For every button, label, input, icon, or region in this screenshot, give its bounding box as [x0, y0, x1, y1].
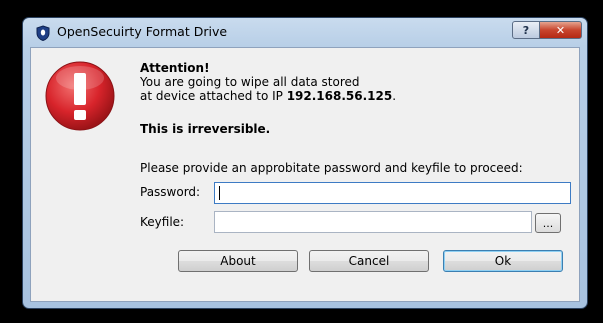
window-title: OpenSecuirty Format Drive — [57, 24, 228, 39]
about-button[interactable]: About — [178, 250, 298, 272]
message-line-1: You are going to wipe all data stored — [140, 75, 360, 89]
dialog-window: OpenSecuirty Format Drive ? ✕ Attention!… — [22, 17, 588, 309]
cancel-button[interactable]: Cancel — [309, 250, 429, 272]
shield-icon — [36, 25, 50, 41]
browse-keyfile-button[interactable]: ... — [535, 213, 561, 233]
warning-icon — [45, 61, 115, 131]
ip-address: 192.168.56.125 — [286, 89, 393, 103]
password-field[interactable] — [214, 182, 571, 204]
instruction-text: Please provide an approbitate password a… — [140, 161, 523, 175]
keyfile-label: Keyfile: — [140, 215, 185, 229]
message-line-2-suffix: . — [392, 89, 397, 103]
keyfile-field[interactable] — [214, 211, 532, 233]
ok-button[interactable]: Ok — [443, 250, 563, 272]
message-line-2: at device attached to IP 192.168.56.125. — [140, 89, 396, 103]
message-line-2-prefix: at device attached to IP — [140, 89, 287, 103]
text-caret — [219, 186, 220, 200]
help-button[interactable]: ? — [512, 21, 540, 39]
dialog-body: Attention! You are going to wipe all dat… — [30, 47, 580, 302]
title-bar[interactable]: OpenSecuirty Format Drive ? ✕ — [23, 18, 587, 46]
close-button[interactable]: ✕ — [539, 21, 582, 39]
irreversible-warning: This is irreversible. — [140, 122, 271, 136]
password-label: Password: — [140, 185, 201, 199]
attention-heading: Attention! — [140, 61, 210, 75]
